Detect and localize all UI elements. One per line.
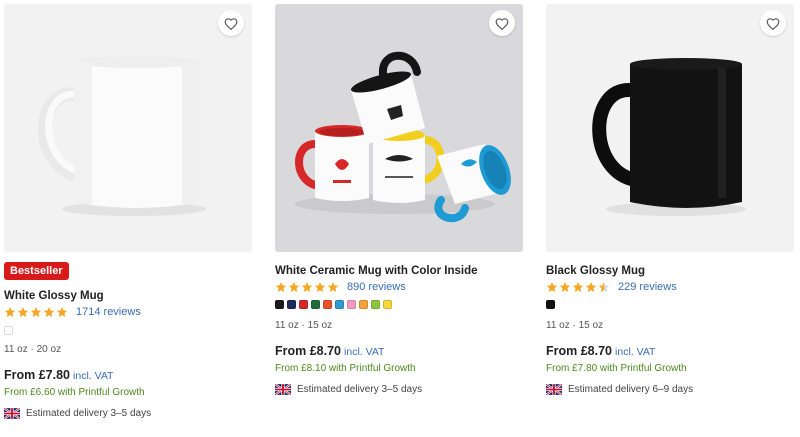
white-mug-image	[37, 56, 206, 216]
color-swatches	[275, 300, 392, 309]
color-swatch[interactable]	[335, 300, 344, 309]
delivery-info: Estimated delivery 3–5 days	[275, 384, 422, 395]
growth-price: From £8.10 with Printful Growth	[275, 363, 416, 374]
color-swatch[interactable]	[383, 300, 392, 309]
color-swatch[interactable]	[287, 300, 296, 309]
color-swatch[interactable]	[275, 300, 284, 309]
price: From £8.70 incl. VAT	[275, 344, 384, 358]
product-image[interactable]	[546, 4, 794, 252]
vat-note: incl. VAT	[344, 346, 385, 358]
star-rating	[275, 281, 339, 293]
star-icon	[301, 282, 313, 292]
price: From £8.70 incl. VAT	[546, 344, 655, 358]
price-value: From £8.70	[546, 344, 613, 358]
delivery-text: Estimated delivery 3–5 days	[26, 408, 152, 419]
rating: 229 reviews	[546, 280, 677, 294]
color-swatch[interactable]	[299, 300, 308, 309]
star-icon	[30, 307, 42, 317]
star-icon	[275, 282, 287, 292]
delivery-info: Estimated delivery 3–5 days	[4, 408, 151, 419]
bestseller-badge: Bestseller	[4, 262, 69, 280]
product-card-black-glossy-mug[interactable]: Black Glossy Mug 229 reviews 11 oz · 15 …	[546, 0, 796, 437]
star-icon	[43, 307, 55, 317]
delivery-text: Estimated delivery 6–9 days	[568, 384, 694, 395]
star-icon	[4, 307, 16, 317]
uk-flag-icon	[275, 384, 291, 395]
color-swatch[interactable]	[323, 300, 332, 309]
star-icon	[314, 282, 326, 292]
heart-icon	[224, 17, 238, 30]
color-swatch[interactable]	[347, 300, 356, 309]
uk-flag-icon	[546, 384, 562, 395]
color-swatch[interactable]	[371, 300, 380, 309]
rating: 890 reviews	[275, 280, 406, 294]
price: From £7.80 incl. VAT	[4, 368, 113, 382]
star-icon	[585, 282, 597, 292]
color-swatch[interactable]	[546, 300, 555, 309]
star-icon	[559, 282, 571, 292]
reviews-link[interactable]: 1714 reviews	[76, 306, 141, 318]
delivery-text: Estimated delivery 3–5 days	[297, 384, 423, 395]
product-title[interactable]: White Glossy Mug	[4, 290, 104, 302]
size-options: 11 oz · 15 oz	[546, 320, 604, 331]
size-options: 11 oz · 20 oz	[4, 344, 62, 355]
favorite-button[interactable]	[489, 10, 515, 36]
price-value: From £8.70	[275, 344, 342, 358]
uk-flag-icon	[4, 408, 20, 419]
rating: 1714 reviews	[4, 305, 141, 319]
reviews-link[interactable]: 890 reviews	[347, 281, 406, 293]
price-value: From £7.80	[4, 368, 71, 382]
size-options: 11 oz · 15 oz	[275, 320, 333, 331]
heart-icon	[495, 17, 509, 30]
star-icon	[572, 282, 584, 292]
color-swatch[interactable]	[311, 300, 320, 309]
color-swatch-white[interactable]	[4, 326, 13, 335]
star-icon	[17, 307, 29, 317]
color-swatches	[4, 326, 13, 335]
product-title[interactable]: Black Glossy Mug	[546, 265, 645, 277]
black-mug-image	[592, 58, 746, 216]
vat-note: incl. VAT	[73, 370, 114, 382]
product-image[interactable]	[275, 4, 523, 252]
growth-price: From £7.80 with Printful Growth	[546, 363, 687, 374]
product-card-white-glossy-mug[interactable]: Bestseller White Glossy Mug 1714 reviews…	[4, 0, 254, 437]
color-swatch[interactable]	[359, 300, 368, 309]
star-half-icon	[598, 282, 610, 292]
delivery-info: Estimated delivery 6–9 days	[546, 384, 693, 395]
star-icon	[288, 282, 300, 292]
star-icon	[56, 307, 68, 317]
reviews-link[interactable]: 229 reviews	[618, 281, 677, 293]
star-rating	[546, 281, 610, 293]
heart-icon	[766, 17, 780, 30]
favorite-button[interactable]	[760, 10, 786, 36]
color-inside-mugs-image	[295, 51, 511, 222]
product-image[interactable]	[4, 4, 252, 252]
favorite-button[interactable]	[218, 10, 244, 36]
star-icon	[327, 282, 339, 292]
product-title[interactable]: White Ceramic Mug with Color Inside	[275, 265, 478, 277]
star-icon	[546, 282, 558, 292]
growth-price: From £6.60 with Printful Growth	[4, 387, 145, 398]
product-card-white-ceramic-mug-color-inside[interactable]: White Ceramic Mug with Color Inside 890 …	[275, 0, 525, 437]
vat-note: incl. VAT	[615, 346, 656, 358]
star-rating	[4, 306, 68, 318]
color-swatches	[546, 300, 555, 309]
